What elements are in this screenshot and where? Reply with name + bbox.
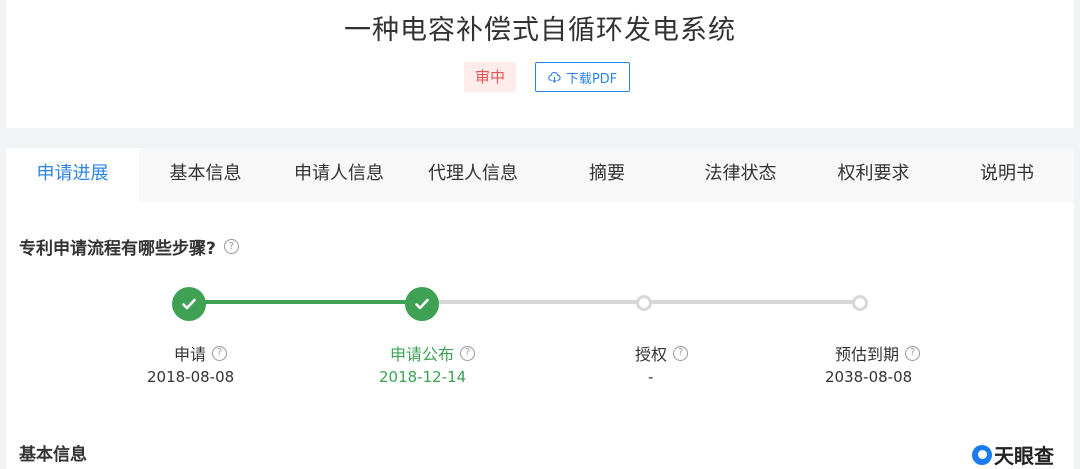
step-label-expiry: 预估到期 ? [835,341,921,365]
progress-section-title: 专利申请流程有哪些步骤? ? [19,234,239,259]
question-circle-icon[interactable]: ? [460,345,476,361]
step-node-expiry [852,295,868,311]
download-pdf-button[interactable]: 下载PDF [535,62,630,92]
step-label-expiry-text: 预估到期 [835,345,900,364]
step-date-publish: 2018-12-14 [379,368,467,386]
download-pdf-label: 下载PDF [565,71,618,87]
progress-line-done [190,300,422,304]
step-date-expiry: 2038-08-08 [825,368,913,386]
tab-applicant-info[interactable]: 申请人信息 [272,148,406,202]
question-circle-icon[interactable]: ? [905,345,921,361]
step-label-apply-text: 申请 [174,345,207,364]
tab-basic-info[interactable]: 基本信息 [139,148,272,202]
cloud-download-icon [547,71,561,83]
status-badge: 审中 [464,62,516,92]
step-label-apply: 申请 ? [174,341,228,365]
step-date-apply: 2018-08-08 [147,368,235,386]
step-date-grant: - [648,368,654,386]
step-node-apply [172,287,206,321]
step-label-grant-text: 授权 [635,345,668,364]
main-content-card: 申请进展 基本信息 申请人信息 代理人信息 摘要 法律状态 权利要求 说明书 [6,148,1074,469]
check-icon [415,298,429,310]
check-icon [182,298,196,310]
step-node-grant [636,295,652,311]
tab-claims[interactable]: 权利要求 [807,148,940,202]
patent-header-card: 一种电容补偿式自循环发电系统 审中 下载PDF [6,0,1074,128]
tab-description[interactable]: 说明书 [940,148,1074,202]
step-label-publish: 申请公布 ? [390,341,476,365]
question-circle-icon[interactable]: ? [223,239,239,254]
tab-bar: 申请进展 基本信息 申请人信息 代理人信息 摘要 法律状态 权利要求 说明书 [6,148,1074,202]
progress-section-title-text: 专利申请流程有哪些步骤? [19,239,216,259]
logo-icon [972,444,992,465]
question-circle-icon[interactable]: ? [673,345,689,361]
step-label-publish-text: 申请公布 [390,345,455,364]
question-circle-icon[interactable]: ? [212,345,228,361]
tianyancha-logo: 天眼查 [972,440,1054,469]
basic-info-section-title: 基本信息 [19,440,87,465]
tab-legal-status[interactable]: 法律状态 [674,148,807,202]
tab-abstract[interactable]: 摘要 [540,148,674,202]
tab-progress[interactable]: 申请进展 [6,148,139,202]
step-label-grant: 授权 ? [635,341,689,365]
logo-text: 天眼查 [994,444,1054,468]
basic-info-section-title-text: 基本信息 [19,445,87,465]
patent-title: 一种电容补偿式自循环发电系统 [344,15,736,46]
tab-agent-info[interactable]: 代理人信息 [406,148,540,202]
step-node-publish [405,287,439,321]
